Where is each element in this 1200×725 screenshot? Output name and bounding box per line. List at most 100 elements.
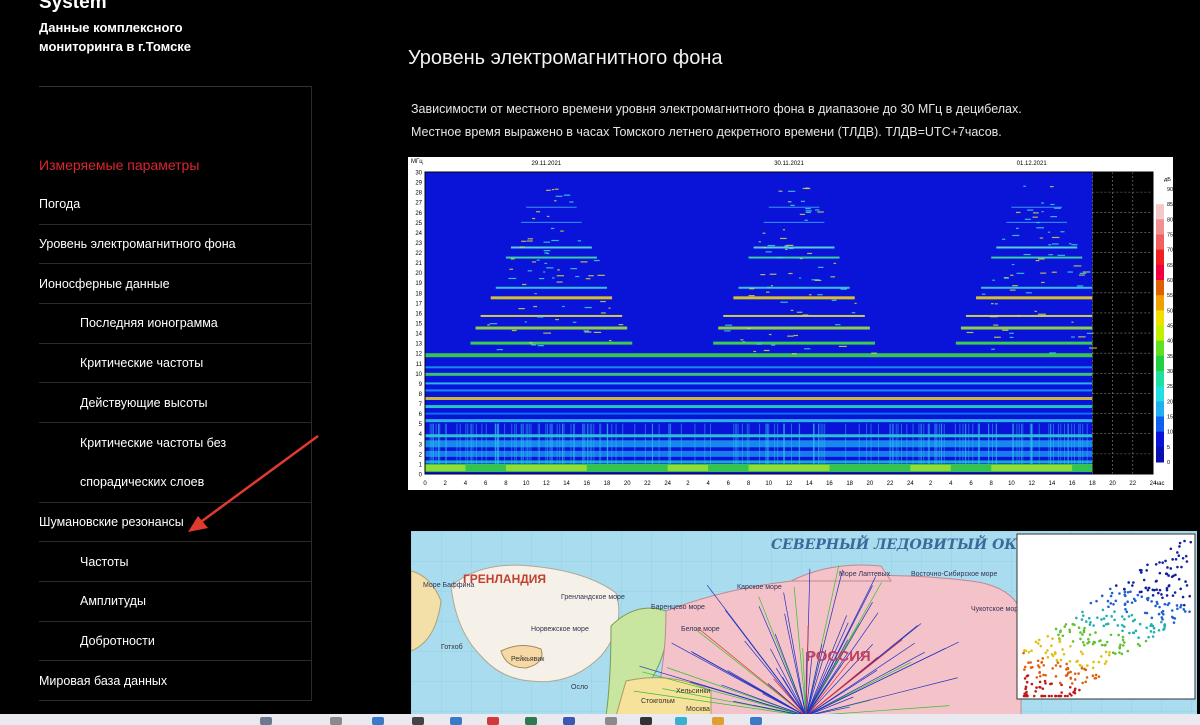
scatter-point <box>1037 638 1041 642</box>
taskbar-app-icon[interactable] <box>675 717 687 725</box>
spectrogram-streak <box>587 423 589 464</box>
spectrogram-streak <box>704 423 706 464</box>
nav-item-amplitudes[interactable]: Амплитуды <box>39 582 312 622</box>
scatter-point <box>1114 599 1118 603</box>
scatter-point <box>1023 677 1027 680</box>
y-tick-label: 10 <box>415 372 422 378</box>
scatter-point <box>1185 584 1189 587</box>
scatter-point <box>1127 581 1131 584</box>
spectrogram-speck <box>554 188 559 190</box>
scatter-point <box>1092 660 1095 664</box>
spectrogram-speck <box>1050 216 1058 218</box>
spectrogram-speck <box>1060 231 1065 233</box>
taskbar-app-icon[interactable] <box>605 717 617 725</box>
scatter-point <box>1082 643 1086 647</box>
scatter-point <box>1031 665 1034 669</box>
scatter-point <box>1139 571 1143 574</box>
scatter-point <box>1176 565 1179 569</box>
spectrogram-speck <box>835 324 841 326</box>
spectrogram-speck <box>992 279 995 281</box>
spectrogram-speck <box>550 227 555 230</box>
nav-item-world-database[interactable]: Мировая база данных <box>39 661 312 701</box>
scatter-point <box>1044 651 1048 655</box>
nav-item-last-ionogram[interactable]: Последняя ионограмма <box>39 304 312 344</box>
scatter-point <box>1165 594 1169 597</box>
taskbar-app-icon[interactable] <box>372 717 384 725</box>
y-tick-label: 2 <box>419 452 423 458</box>
y-tick-label: 20 <box>415 271 422 277</box>
scatter-point <box>1145 569 1148 572</box>
taskbar-app-icon[interactable] <box>640 717 652 725</box>
spectrogram-streak <box>611 423 613 464</box>
spectrogram-speck <box>585 278 591 280</box>
nav-item-q-factors[interactable]: Добротности <box>39 622 312 662</box>
scatter-point <box>1047 694 1051 698</box>
nav-item-label: Добротности <box>80 633 155 648</box>
spectrogram-speck <box>572 321 577 323</box>
x-tick-label: 22 <box>887 481 894 487</box>
scatter-point <box>1136 593 1140 597</box>
spectrogram-streak <box>891 423 893 464</box>
nav-item-label: Последняя ионограмма <box>80 316 218 331</box>
scatter-point <box>1131 584 1134 587</box>
scatter-point <box>1180 565 1183 569</box>
scatter-point <box>1112 602 1115 606</box>
spectrogram-low-band <box>748 464 830 471</box>
x-tick-label: 2 <box>929 481 933 487</box>
scatter-point <box>1095 599 1098 603</box>
spectrogram-speck <box>489 323 498 325</box>
taskbar-app-icon[interactable] <box>563 717 575 725</box>
scatter-point <box>1024 687 1027 691</box>
taskbar-app-icon[interactable] <box>712 717 724 725</box>
spectrogram-speck <box>529 342 533 344</box>
scatter-point <box>1061 648 1064 651</box>
spectrogram-streak <box>556 423 558 464</box>
scatter-point <box>1126 600 1129 603</box>
nav-item-critical-frequencies[interactable]: Критические частоты <box>39 344 312 384</box>
spectrogram-streak <box>438 423 440 464</box>
scatter-point <box>1054 694 1058 698</box>
spectrogram-streak <box>1067 423 1069 464</box>
nav-item-label: Амплитуды <box>80 594 146 609</box>
taskbar-app-icon[interactable] <box>487 717 499 725</box>
spectrogram-speck <box>561 305 565 308</box>
sea-label: Море Лаптевых <box>839 571 891 578</box>
scatter-point <box>1177 554 1181 557</box>
spectrogram-streak <box>759 423 761 464</box>
spectrogram-speck <box>551 188 555 191</box>
nav-item-label: Погода <box>39 197 81 212</box>
x-tick-label: 16 <box>583 481 590 487</box>
spectrogram-streak <box>1048 423 1050 464</box>
taskbar-app-icon[interactable] <box>330 717 342 725</box>
spectrogram-streak <box>972 423 974 464</box>
taskbar-app-icon[interactable] <box>450 717 462 725</box>
taskbar-app-icon[interactable] <box>750 717 762 725</box>
scatter-point <box>1130 613 1134 617</box>
taskbar-app-icon[interactable] <box>412 717 424 725</box>
spectrogram-day-band <box>1011 206 1062 208</box>
scatter-point <box>1060 691 1063 694</box>
scatter-point <box>1178 541 1182 545</box>
scatter-point <box>1108 651 1111 654</box>
nav-item-label: Шумановские резонансы <box>39 514 184 529</box>
nav-item-ionosphere[interactable]: Ионосферные данные <box>39 264 312 305</box>
nav-item-frequencies[interactable]: Частоты <box>39 542 312 582</box>
scatter-point <box>1023 649 1027 653</box>
nav-item-virtual-heights[interactable]: Действующие высоты <box>39 383 312 424</box>
brand-title: System <box>39 0 107 13</box>
scatter-point <box>1075 616 1078 620</box>
spectrogram-speck <box>1071 321 1074 323</box>
scatter-point <box>1063 694 1067 698</box>
spectrogram-speck <box>814 279 822 282</box>
nav-item-em-background[interactable]: Уровень электромагнитного фона <box>39 225 312 265</box>
spectrogram-streak <box>467 423 469 464</box>
spectrogram-speck <box>766 291 770 293</box>
scatter-point <box>1050 644 1053 647</box>
spectrogram-speck <box>966 331 974 334</box>
scatter-point <box>1102 624 1106 628</box>
spectrogram-streak <box>465 423 467 464</box>
taskbar-app-icon[interactable] <box>260 717 272 725</box>
y-tick-label: 27 <box>415 201 422 207</box>
taskbar-app-icon[interactable] <box>525 717 537 725</box>
nav-item-weather[interactable]: Погода <box>39 185 312 225</box>
